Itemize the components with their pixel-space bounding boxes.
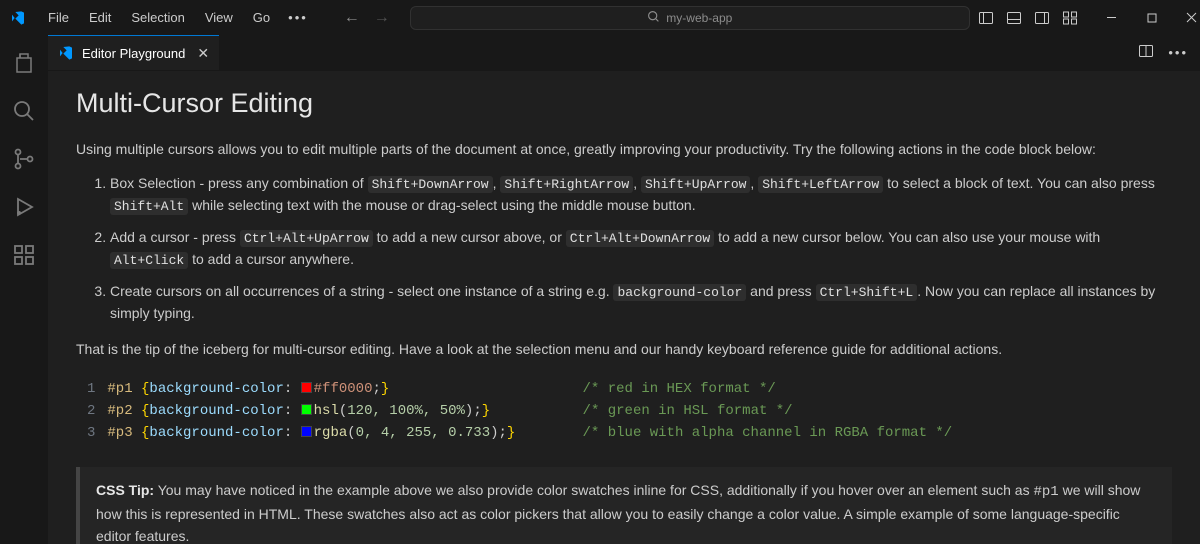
close-window-button[interactable] — [1172, 3, 1200, 33]
kbd: Shift+LeftArrow — [758, 176, 883, 193]
nav-arrows: ← → — [344, 9, 390, 27]
tab-editor-playground[interactable]: Editor Playground ✕ — [48, 35, 219, 70]
vscode-logo-icon — [58, 45, 74, 61]
color-swatch-icon[interactable] — [301, 404, 312, 415]
tip-label: CSS Tip: — [96, 482, 154, 498]
kbd: Shift+RightArrow — [500, 176, 633, 193]
editor-actions: ••• — [1126, 35, 1200, 70]
command-center-search[interactable]: my-web-app — [410, 6, 970, 30]
kbd: Ctrl+Alt+UpArrow — [240, 230, 373, 247]
playground-content: Multi-Cursor Editing Using multiple curs… — [48, 71, 1200, 544]
menu-selection[interactable]: Selection — [121, 4, 194, 31]
tab-bar: Editor Playground ✕ ••• — [48, 35, 1200, 71]
intro-text: Using multiple cursors allows you to edi… — [76, 139, 1172, 161]
customize-layout-icon[interactable] — [1062, 10, 1078, 26]
outro-text: That is the tip of the iceberg for multi… — [76, 339, 1172, 361]
code-line: #p1 {background-color: #ff0000;} /* red … — [107, 378, 1171, 400]
toggle-panel-icon[interactable] — [1006, 10, 1022, 26]
menu-go[interactable]: Go — [243, 4, 280, 31]
kbd: Shift+Alt — [110, 198, 188, 215]
search-icon — [647, 10, 660, 26]
instruction-list: Box Selection - press any combination of… — [76, 173, 1172, 325]
maximize-button[interactable] — [1132, 3, 1172, 33]
toggle-secondary-sidebar-icon[interactable] — [1034, 10, 1050, 26]
activity-bar — [0, 35, 48, 544]
menu-view[interactable]: View — [195, 4, 243, 31]
color-swatch-icon[interactable] — [301, 382, 312, 393]
minimize-button[interactable] — [1092, 3, 1132, 33]
close-icon[interactable]: ✕ — [197, 45, 209, 62]
run-debug-icon[interactable] — [0, 187, 48, 227]
nav-forward-icon[interactable]: → — [374, 9, 390, 27]
menu-bar: File Edit Selection View Go ••• — [38, 4, 316, 31]
tip-code: #p1 — [1033, 484, 1058, 500]
kbd: Shift+UpArrow — [641, 176, 750, 193]
more-actions-icon[interactable]: ••• — [1168, 45, 1188, 60]
menu-edit[interactable]: Edit — [79, 4, 121, 31]
page-title: Multi-Cursor Editing — [76, 83, 1172, 125]
menu-file[interactable]: File — [38, 4, 79, 31]
nav-back-icon[interactable]: ← — [344, 9, 360, 27]
kbd: Shift+DownArrow — [368, 176, 493, 193]
list-item: Create cursors on all occurrences of a s… — [110, 281, 1172, 325]
extensions-icon[interactable] — [0, 235, 48, 275]
line-gutter: 1 2 3 — [77, 374, 107, 448]
kbd: Ctrl+Shift+L — [816, 284, 918, 301]
color-swatch-icon[interactable] — [301, 426, 312, 437]
code-line: #p2 {background-color: hsl(120, 100%, 50… — [107, 400, 1171, 422]
title-bar: File Edit Selection View Go ••• ← → my-w… — [0, 0, 1200, 35]
code-line: #p3 {background-color: rgba(0, 4, 255, 0… — [107, 422, 1171, 444]
menu-more-icon[interactable]: ••• — [280, 4, 316, 31]
kbd: Alt+Click — [110, 252, 188, 269]
list-item: Add a cursor - press Ctrl+Alt+UpArrow to… — [110, 227, 1172, 271]
code-lines: #p1 {background-color: #ff0000;} /* red … — [107, 374, 1171, 448]
source-control-icon[interactable] — [0, 139, 48, 179]
explorer-icon[interactable] — [0, 43, 48, 83]
search-placeholder: my-web-app — [666, 11, 732, 25]
list-item: Box Selection - press any combination of… — [110, 173, 1172, 217]
tab-label: Editor Playground — [82, 46, 185, 61]
window-controls — [1092, 3, 1200, 33]
vscode-logo-icon — [10, 10, 26, 26]
search-icon[interactable] — [0, 91, 48, 131]
layout-controls — [978, 10, 1078, 26]
split-editor-icon[interactable] — [1138, 43, 1154, 62]
code-block[interactable]: 1 2 3 #p1 {background-color: #ff0000;} /… — [76, 373, 1172, 449]
css-tip-box: CSS Tip: You may have noticed in the exa… — [76, 467, 1172, 544]
toggle-primary-sidebar-icon[interactable] — [978, 10, 994, 26]
kbd: Ctrl+Alt+DownArrow — [566, 230, 714, 247]
kbd: background-color — [613, 284, 746, 301]
